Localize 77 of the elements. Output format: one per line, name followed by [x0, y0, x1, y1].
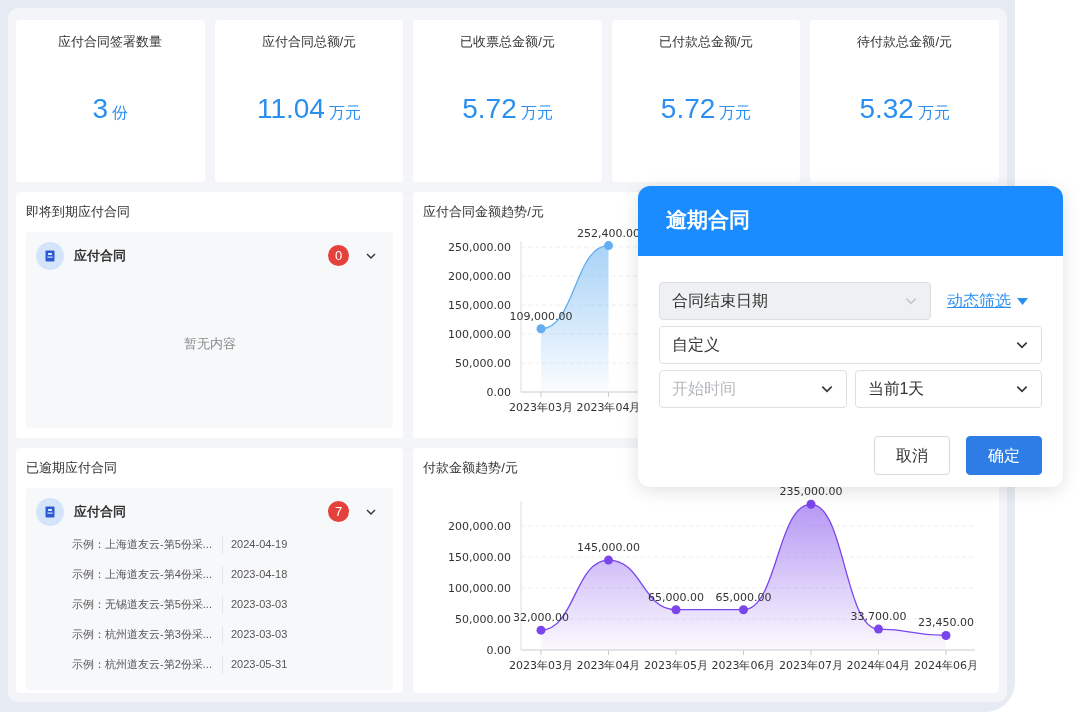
stat-value: 11.04: [256, 91, 325, 126]
contract-date: 2023-05-31: [231, 657, 288, 673]
data-point: [874, 624, 884, 634]
axis-label: 250,000.00: [448, 240, 512, 254]
stat-label: 应付合同总额/元: [261, 33, 357, 51]
data-point: [604, 555, 614, 565]
stat-unit: 万元: [328, 102, 361, 123]
stat-unit: 万元: [917, 102, 950, 123]
stat-unit: 万元: [719, 102, 752, 123]
contract-name[interactable]: 示例：上海道友云-第5份采...: [72, 536, 222, 553]
axis-label: 2023年04月: [576, 658, 641, 672]
axis-label: 2023年03月: [509, 400, 574, 414]
panel-title: 已逾期应付合同: [26, 459, 117, 477]
panel-title: 应付合同金额趋势/元: [423, 203, 544, 221]
stat-label: 待付款总金额/元: [857, 33, 952, 51]
data-label: 235,000.00: [779, 484, 843, 498]
axis-label: 100,000.00: [448, 581, 512, 595]
data-point: [536, 625, 546, 635]
data-point: [941, 630, 951, 640]
select-field[interactable]: 当前1天: [854, 370, 1042, 408]
contract-date: 2024-04-19: [231, 537, 288, 553]
data-point: [536, 323, 546, 333]
document-icon: [36, 497, 64, 526]
contract-date: 2023-04-18: [231, 567, 288, 583]
axis-label: 2024年04月: [846, 658, 911, 672]
axis-label: 2024年06月: [914, 658, 979, 672]
stat-label: 应付合同签署数量: [58, 33, 163, 51]
axis-label: 2023年06月: [711, 658, 776, 672]
axis-label: 2023年05月: [644, 658, 709, 672]
cancel-button[interactable]: 取消: [874, 436, 950, 475]
axis-label: 0.00: [486, 385, 512, 399]
axis-label: 200,000.00: [448, 519, 512, 533]
axis-label: 2023年03月: [509, 658, 574, 672]
contract-name[interactable]: 示例：上海道友云-第4份采...: [72, 566, 222, 583]
confirm-button[interactable]: 确定: [966, 436, 1042, 475]
contract-name[interactable]: 示例：杭州道友云-第2份采...: [72, 656, 222, 673]
count-badge: 0: [328, 245, 350, 266]
caret-down-icon[interactable]: [1017, 297, 1028, 305]
data-label: 252,400.00: [577, 226, 641, 240]
stat-value: 5.72: [462, 91, 517, 126]
select-field: 合同结束日期: [659, 282, 931, 320]
axis-label: 150,000.00: [448, 550, 512, 564]
data-label: 145,000.00: [577, 540, 641, 554]
contract-date: 2023-03-03: [231, 597, 288, 613]
panel-title: 即将到期应付合同: [26, 203, 130, 221]
empty-text: 暂无内容: [183, 335, 236, 353]
stat-label: 已收票总金额/元: [460, 33, 555, 51]
data-point: [739, 604, 749, 614]
stat-unit: 万元: [520, 102, 553, 123]
count-badge: 7: [328, 501, 350, 522]
data-point: [604, 240, 614, 250]
axis-label: 2023年07月: [779, 658, 844, 672]
panel-title: 付款金额趋势/元: [423, 459, 518, 477]
axis-label: 50,000.00: [455, 612, 512, 626]
dialog-title: 逾期合同: [666, 207, 751, 233]
axis-label: 150,000.00: [448, 298, 512, 312]
stat-value: 5.32: [859, 91, 914, 126]
stat-value: 5.72: [660, 91, 716, 126]
stat-value: 3: [92, 91, 109, 126]
document-icon: [36, 241, 64, 270]
data-point: [671, 604, 681, 614]
axis-label: 100,000.00: [448, 327, 512, 341]
group-label: 应付合同: [74, 502, 127, 521]
axis-label: 0.00: [486, 643, 512, 657]
group-label: 应付合同: [74, 246, 127, 265]
data-point: [806, 499, 816, 509]
contract-name[interactable]: 示例：无锡道友云-第5份采...: [72, 596, 222, 613]
axis-label: 50,000.00: [455, 356, 512, 370]
axis-label: 2023年04月: [576, 400, 641, 414]
axis-label: 200,000.00: [448, 269, 512, 283]
data-label: 23,450.00: [918, 615, 975, 629]
stat-label: 已付款总金额/元: [658, 33, 754, 51]
filter-link[interactable]: 动态筛选: [947, 289, 1028, 313]
contract-date: 2023-03-03: [231, 627, 288, 643]
select-field[interactable]: 自定义: [659, 326, 1042, 364]
contract-name[interactable]: 示例：杭州道友云-第3份采...: [72, 626, 222, 643]
stat-unit: 份: [112, 102, 129, 123]
